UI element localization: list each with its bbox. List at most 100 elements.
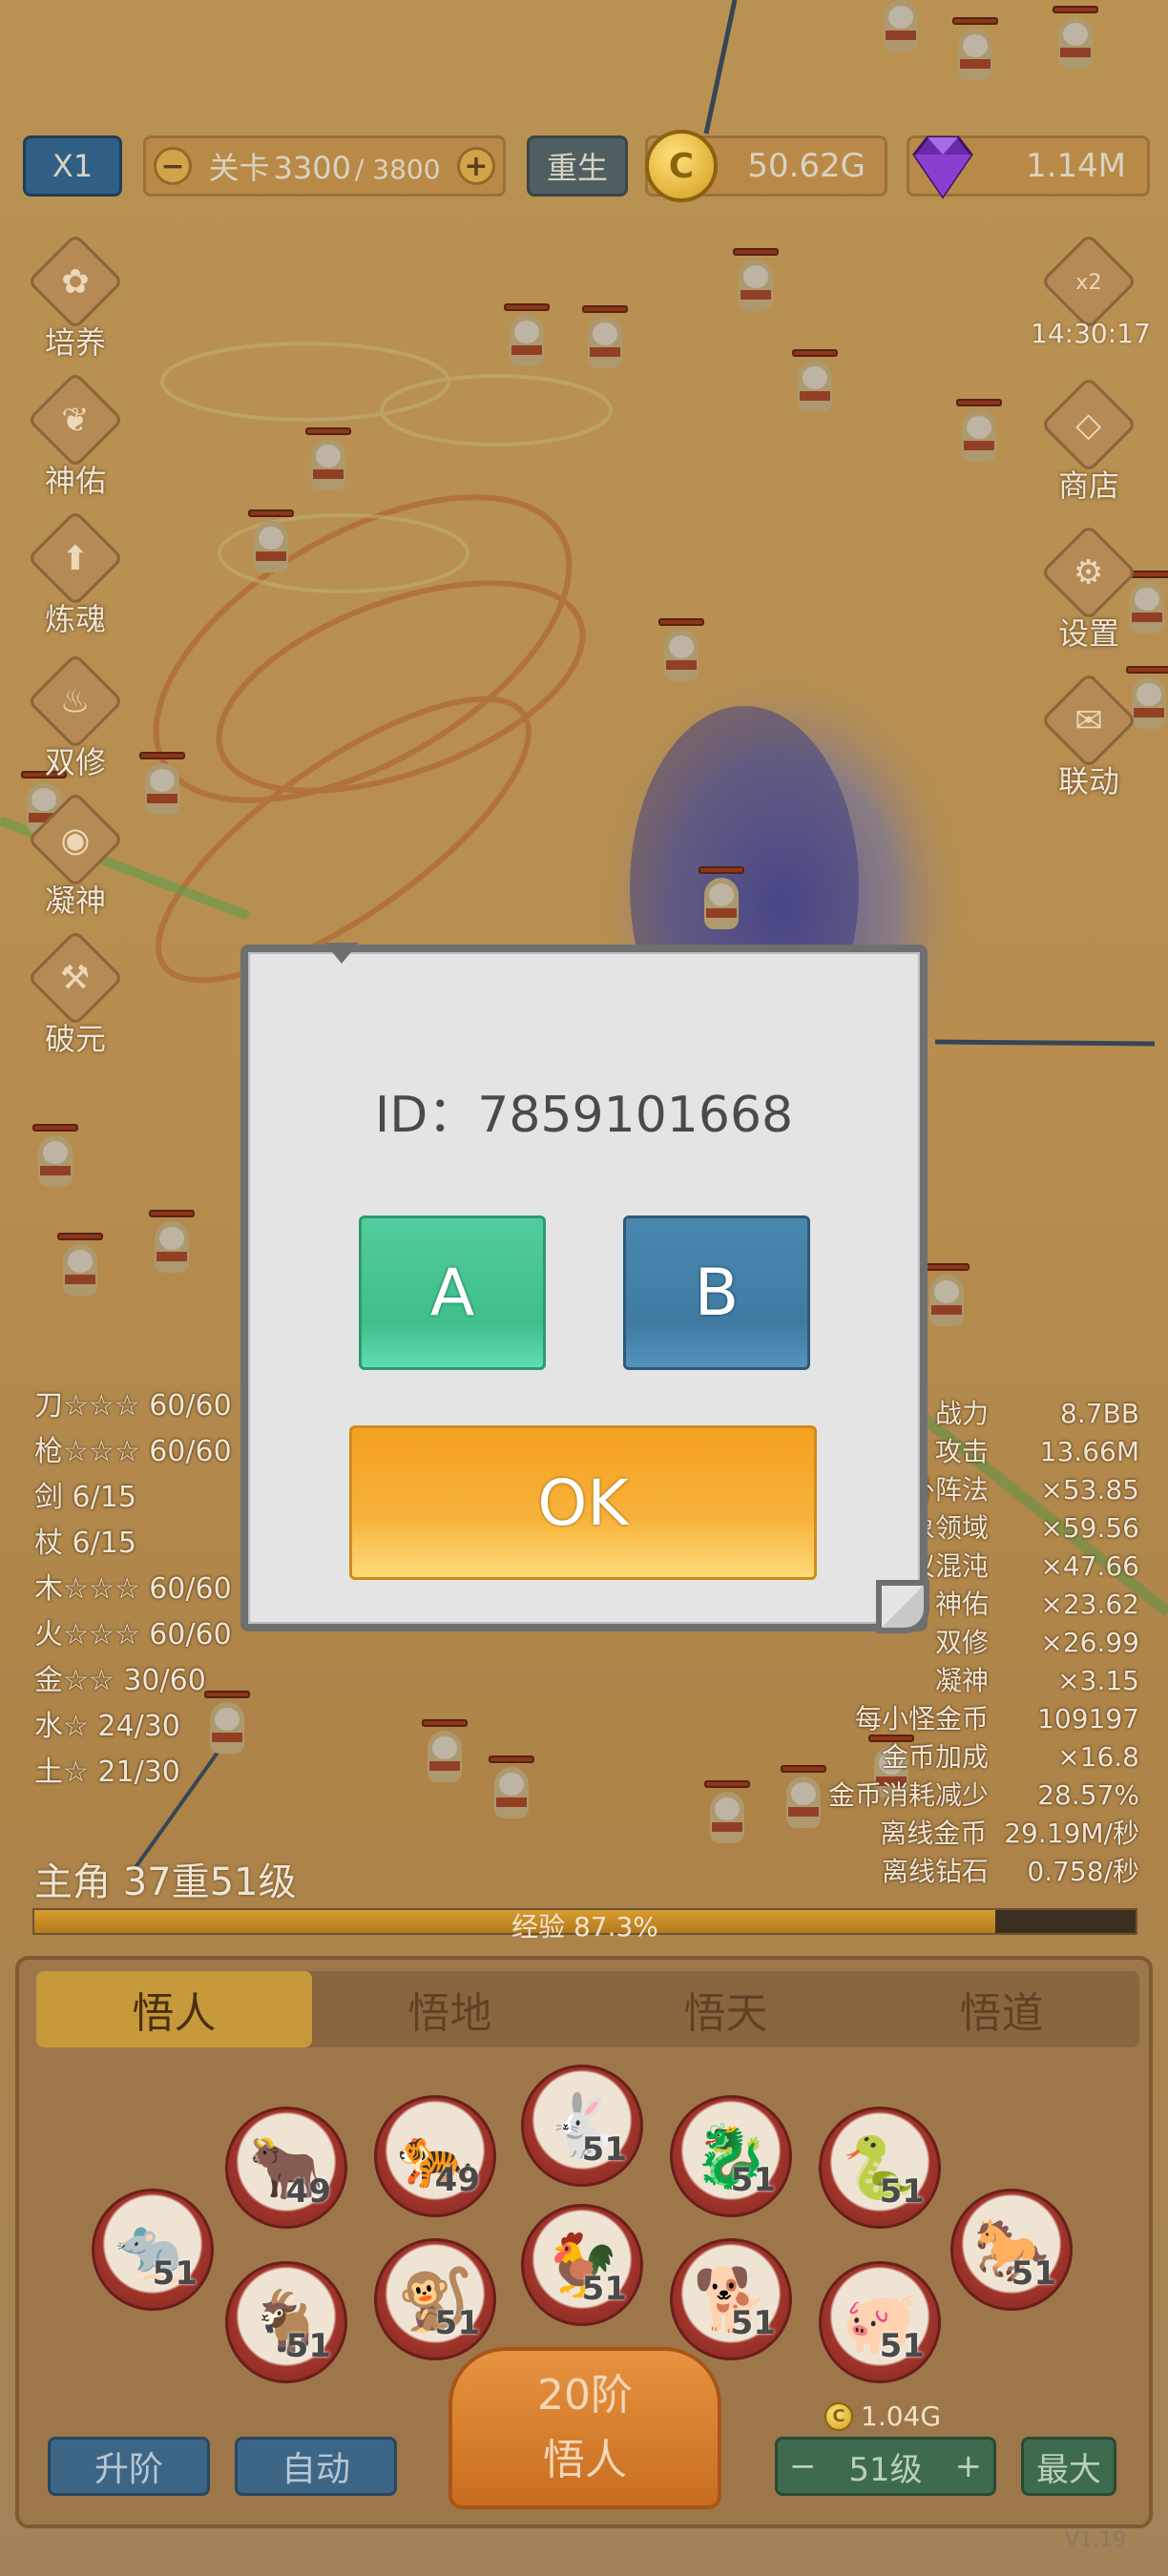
level-minus-button[interactable]: −	[154, 147, 192, 185]
flame-icon: ♨	[60, 681, 91, 721]
weapon-level: 枪☆☆☆ 60/60	[34, 1435, 232, 1468]
zodiac-ox[interactable]: 🐂 49	[225, 2107, 347, 2229]
side-button-cultivate[interactable]: ✿ 培养	[23, 233, 128, 372]
zodiac-tiger[interactable]: 🐅 49	[374, 2095, 496, 2217]
level-current: 3300	[273, 150, 351, 186]
level-total: / 3800	[354, 154, 441, 185]
zodiac-level: 51	[879, 2327, 925, 2365]
id-dialog: ID：7859101668 A B OK	[240, 943, 929, 1633]
rebirth-label: 重生	[546, 150, 608, 186]
rebirth-button[interactable]: 重生	[527, 135, 628, 197]
zodiac-level: 51	[581, 2130, 627, 2169]
hero-title: 主角 37重51级	[34, 1860, 297, 1904]
side-button-refine-soul[interactable]: ⬆ 炼魂	[23, 509, 128, 649]
option-b-label: B	[694, 1255, 740, 1331]
gem-amount: 1.14M	[1025, 147, 1126, 185]
zodiac-pig[interactable]: 🐖 51	[819, 2261, 941, 2383]
weapon-level: 水☆ 24/30	[34, 1710, 180, 1743]
zodiac-level: 49	[434, 2161, 480, 2199]
settings-button[interactable]: ⚙ 设置	[1036, 524, 1141, 663]
zodiac-monkey[interactable]: 🐒 51	[374, 2238, 496, 2360]
zodiac-level: 51	[152, 2254, 198, 2293]
tab-wu-dao[interactable]: 悟道	[864, 1971, 1139, 2047]
stage-level-bar: − 关卡 3300 / 3800 +	[143, 135, 506, 197]
shop-button[interactable]: ◇ 商店	[1036, 376, 1141, 515]
stat-row: 金币加成 ×16.8	[828, 1738, 1139, 1776]
option-b-button[interactable]: B	[623, 1215, 810, 1370]
stat-value: ×47.66	[1040, 1550, 1139, 1582]
stepper-minus-button[interactable]: −	[789, 2447, 817, 2485]
zodiac-snake[interactable]: 🐍 51	[819, 2107, 941, 2229]
weapon-level: 火☆☆☆ 60/60	[34, 1618, 232, 1652]
zodiac-level: 51	[730, 2161, 776, 2199]
stat-value: ×26.99	[1040, 1627, 1139, 1658]
stat-row: 每小怪金币 109197	[828, 1700, 1139, 1738]
tab-wu-tian[interactable]: 悟天	[588, 1971, 864, 2047]
stat-name: 金币消耗减少	[827, 1779, 989, 1811]
stepper-value: 51级	[848, 2450, 923, 2489]
weapon-level: 金☆☆ 30/60	[34, 1664, 206, 1697]
panel-tabs: 悟人 悟地 悟天 悟道	[36, 1971, 1139, 2047]
stat-value: 8.7BB	[1060, 1398, 1139, 1429]
rank-upgrade-main-button[interactable]: 20阶 悟人	[448, 2347, 721, 2509]
stat-value: ×53.85	[1040, 1474, 1139, 1506]
zodiac-dog[interactable]: 🐕 51	[670, 2238, 792, 2360]
stepper-plus-button[interactable]: +	[954, 2447, 982, 2485]
diamond-icon: ◇	[1075, 405, 1102, 445]
stat-value: ×3.15	[1057, 1665, 1139, 1696]
stat-name: 每小怪金币	[854, 1703, 989, 1735]
zodiac-level: 51	[434, 2304, 480, 2342]
auto-label: 自动	[281, 2450, 350, 2489]
orb-icon: ◉	[60, 820, 91, 860]
game-screen[interactable]: X1 − 关卡 3300 / 3800 + 重生 50.62G C 1.14M …	[0, 0, 1168, 2576]
auto-button[interactable]: 自动	[235, 2437, 397, 2496]
side-button-dual-cultivation[interactable]: ♨ 双修	[23, 653, 128, 792]
side-button-blessing[interactable]: ❦ 神佑	[23, 371, 128, 510]
stat-name: 离线钻石	[881, 1856, 989, 1887]
weapon-level: 剑 6/15	[34, 1481, 136, 1514]
cost-amount: 1.04G	[861, 2400, 942, 2432]
zodiac-level: 51	[581, 2270, 627, 2308]
arrow-up-icon: ⬆	[61, 538, 90, 578]
bonus-timer: 14:30:17	[1031, 318, 1151, 349]
double-bonus-button[interactable]: x2	[1036, 233, 1141, 372]
hammer-icon: ⚒	[60, 958, 91, 998]
side-button-focus[interactable]: ◉ 凝神	[23, 791, 128, 930]
weapon-level: 杖 6/15	[34, 1527, 136, 1560]
bag-icon: x2	[1075, 268, 1102, 295]
upgrade-cost: C 1.04G	[824, 2400, 941, 2432]
linkage-button[interactable]: ✉ 联动	[1036, 672, 1141, 811]
upgrade-label: 升阶	[94, 2450, 163, 2489]
stat-value: 29.19M/秒	[1004, 1818, 1139, 1849]
xp-bar: 经验 87.3%	[32, 1908, 1137, 1942]
max-button[interactable]: 最大	[1021, 2437, 1116, 2496]
gold-amount: 50.62G	[747, 147, 866, 185]
stat-value: ×16.8	[1057, 1741, 1139, 1773]
tab-wu-di[interactable]: 悟地	[312, 1971, 588, 2047]
side-button-break[interactable]: ⚒ 破元	[23, 929, 128, 1069]
zodiac-dragon[interactable]: 🐉 51	[670, 2095, 792, 2217]
zodiac-goat[interactable]: 🐐 51	[225, 2261, 347, 2383]
speed-label: X1	[52, 148, 94, 184]
option-a-button[interactable]: A	[359, 1215, 546, 1370]
plus-icon: +	[464, 149, 489, 183]
stat-row: 离线金币 29.19M/秒	[828, 1815, 1139, 1853]
tab-wu-ren[interactable]: 悟人	[36, 1971, 312, 2047]
upgrade-rank-button[interactable]: 升阶	[48, 2437, 210, 2496]
level-plus-button[interactable]: +	[456, 147, 495, 185]
zodiac-rat[interactable]: 🐀 51	[92, 2189, 214, 2311]
weapon-level: 木☆☆☆ 60/60	[34, 1572, 232, 1606]
zodiac-level: 51	[1011, 2254, 1056, 2293]
ok-button[interactable]: OK	[349, 1425, 817, 1580]
stat-value: ×23.62	[1040, 1589, 1139, 1620]
speed-button[interactable]: X1	[23, 135, 122, 197]
zodiac-rooster[interactable]: 🐓 51	[521, 2204, 643, 2326]
weapon-level: 土☆ 21/30	[34, 1755, 180, 1789]
zodiac-horse[interactable]: 🐎 51	[950, 2189, 1073, 2311]
dialog-notch	[324, 943, 359, 964]
stat-name: 离线金币	[880, 1818, 988, 1849]
wings-icon: ❦	[61, 400, 90, 440]
zodiac-rabbit[interactable]: 🐇 51	[521, 2065, 643, 2187]
cultivate-icon: ✿	[61, 261, 90, 301]
level-prefix: 关卡	[208, 150, 270, 186]
